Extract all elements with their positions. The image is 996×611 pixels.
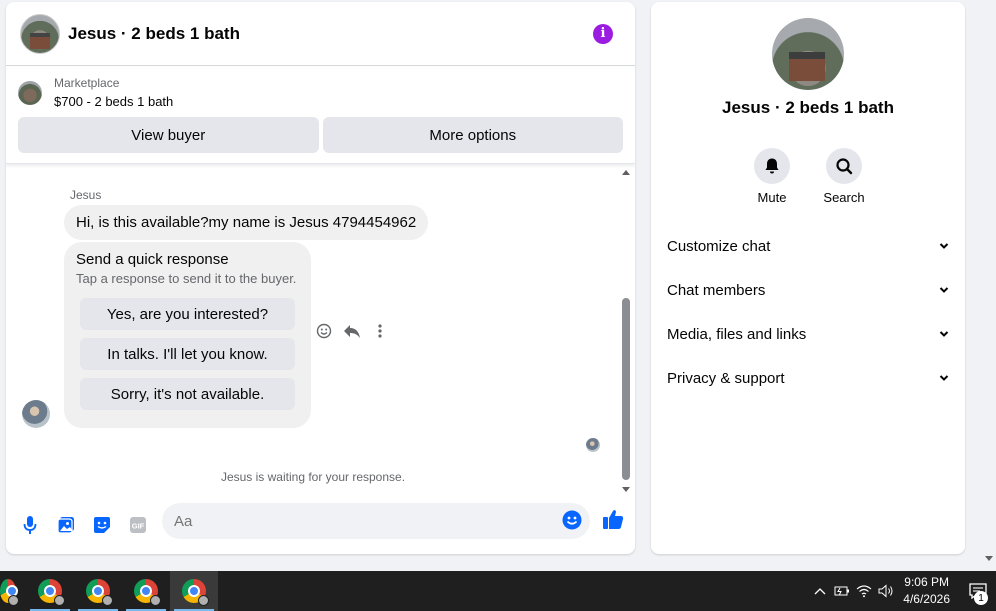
- scrollbar[interactable]: [621, 170, 631, 492]
- message-input[interactable]: [162, 503, 590, 539]
- microphone-icon[interactable]: [18, 513, 42, 537]
- listing-thumb[interactable]: [18, 80, 42, 105]
- section-privacy-support[interactable]: Privacy & support: [659, 356, 957, 400]
- chrome-icon: [134, 579, 161, 606]
- listing-avatar[interactable]: [20, 13, 60, 54]
- taskbar: 9:06 PM 4/6/2026 1: [0, 571, 996, 611]
- message-bubble[interactable]: Hi, is this available?my name is Jesus 4…: [64, 205, 429, 240]
- waiting-status: Jesus is waiting for your response.: [220, 470, 406, 484]
- quick-reply-button[interactable]: Yes, are you interested?: [80, 298, 295, 330]
- taskbar-chrome-window-active[interactable]: [170, 571, 218, 611]
- mute-button[interactable]: Mute: [754, 148, 790, 205]
- search-button[interactable]: Search: [823, 148, 865, 205]
- marketplace-card: Marketplace $700 - 2 beds 1 bath View bu…: [6, 66, 635, 164]
- wifi-icon[interactable]: [853, 571, 875, 611]
- section-chat-members[interactable]: Chat members: [659, 268, 957, 312]
- mute-label: Mute: [757, 190, 787, 205]
- chrome-icon: [0, 579, 19, 606]
- chat-header: Jesus · 2 beds 1 bath i: [6, 2, 635, 66]
- chat-title[interactable]: Jesus · 2 beds 1 bath: [68, 24, 593, 44]
- like-thumb-icon[interactable]: [602, 508, 624, 535]
- chevron-down-icon: [939, 287, 949, 293]
- section-label: Customize chat: [667, 237, 771, 255]
- section-label: Privacy & support: [667, 369, 785, 387]
- info-sections: Customize chat Chat members Media, files…: [659, 224, 957, 400]
- search-label: Search: [823, 190, 865, 205]
- section-customize-chat[interactable]: Customize chat: [659, 224, 957, 268]
- listing-summary[interactable]: $700 - 2 beds 1 bath: [54, 94, 173, 109]
- more-icon[interactable]: [371, 322, 389, 340]
- message-list[interactable]: Jesus Hi, is this available?my name is J…: [6, 164, 635, 494]
- info-title: Jesus · 2 beds 1 bath: [722, 98, 894, 117]
- system-clock[interactable]: 9:06 PM 4/6/2026: [903, 574, 950, 608]
- quick-response-title: Send a quick response: [76, 251, 229, 268]
- chrome-icon: [182, 579, 209, 606]
- chat-panel: Jesus · 2 beds 1 bath i Marketplace $700…: [6, 2, 635, 554]
- system-tray: 9:06 PM 4/6/2026 1: [809, 571, 996, 611]
- notification-center-icon[interactable]: 1: [960, 571, 996, 611]
- bell-icon[interactable]: [754, 148, 790, 184]
- listing-avatar-large[interactable]: [772, 18, 844, 90]
- sender-name: Jesus: [70, 188, 102, 202]
- taskbar-chrome-window[interactable]: [0, 571, 26, 611]
- taskbar-chrome-window[interactable]: [122, 571, 170, 611]
- chevron-up-icon[interactable]: [809, 571, 831, 611]
- clock-time: 9:06 PM: [904, 575, 949, 589]
- gif-icon[interactable]: GIF: [126, 513, 150, 537]
- quick-reply-button[interactable]: In talks. I'll let you know.: [80, 338, 295, 370]
- reply-icon[interactable]: [343, 322, 361, 340]
- chevron-down-icon: [939, 243, 949, 249]
- quick-response-subtitle: Tap a response to send it to the buyer.: [76, 271, 297, 286]
- chrome-icon: [38, 579, 65, 606]
- section-label: Chat members: [667, 281, 766, 299]
- page-scroll-down-icon[interactable]: [985, 556, 993, 561]
- chrome-icon: [86, 579, 113, 606]
- scroll-thumb[interactable]: [622, 298, 630, 480]
- taskbar-chrome-window[interactable]: [26, 571, 74, 611]
- buyer-avatar[interactable]: [22, 400, 50, 428]
- section-media-files-links[interactable]: Media, files and links: [659, 312, 957, 356]
- image-icon[interactable]: [54, 513, 78, 537]
- composer: GIF: [6, 496, 635, 554]
- view-buyer-button[interactable]: View buyer: [18, 117, 319, 153]
- scroll-up-arrow-icon[interactable]: [622, 170, 630, 175]
- search-icon[interactable]: [826, 148, 862, 184]
- battery-icon[interactable]: [831, 571, 853, 611]
- chevron-down-icon: [939, 331, 949, 337]
- notification-badge: 1: [974, 591, 988, 605]
- more-options-button[interactable]: More options: [322, 117, 623, 153]
- sticker-icon[interactable]: [90, 513, 114, 537]
- emoji-icon[interactable]: [562, 510, 582, 535]
- react-icon[interactable]: [315, 322, 333, 340]
- seen-indicator-avatar: [586, 438, 600, 452]
- svg-text:GIF: GIF: [132, 522, 145, 531]
- taskbar-chrome-window[interactable]: [74, 571, 122, 611]
- marketplace-label: Marketplace: [54, 76, 120, 90]
- conversation-info-panel: Jesus · 2 beds 1 bath Mute Search Custom…: [651, 2, 965, 554]
- quick-reply-button[interactable]: Sorry, it's not available.: [80, 378, 295, 410]
- message-actions: [315, 322, 389, 340]
- clock-date: 4/6/2026: [903, 592, 950, 606]
- chevron-down-icon: [939, 375, 949, 381]
- quick-response-card: Send a quick response Tap a response to …: [64, 242, 311, 428]
- section-label: Media, files and links: [667, 325, 807, 343]
- volume-icon[interactable]: [875, 571, 897, 611]
- info-icon[interactable]: i: [593, 23, 613, 44]
- scroll-down-arrow-icon[interactable]: [622, 487, 630, 492]
